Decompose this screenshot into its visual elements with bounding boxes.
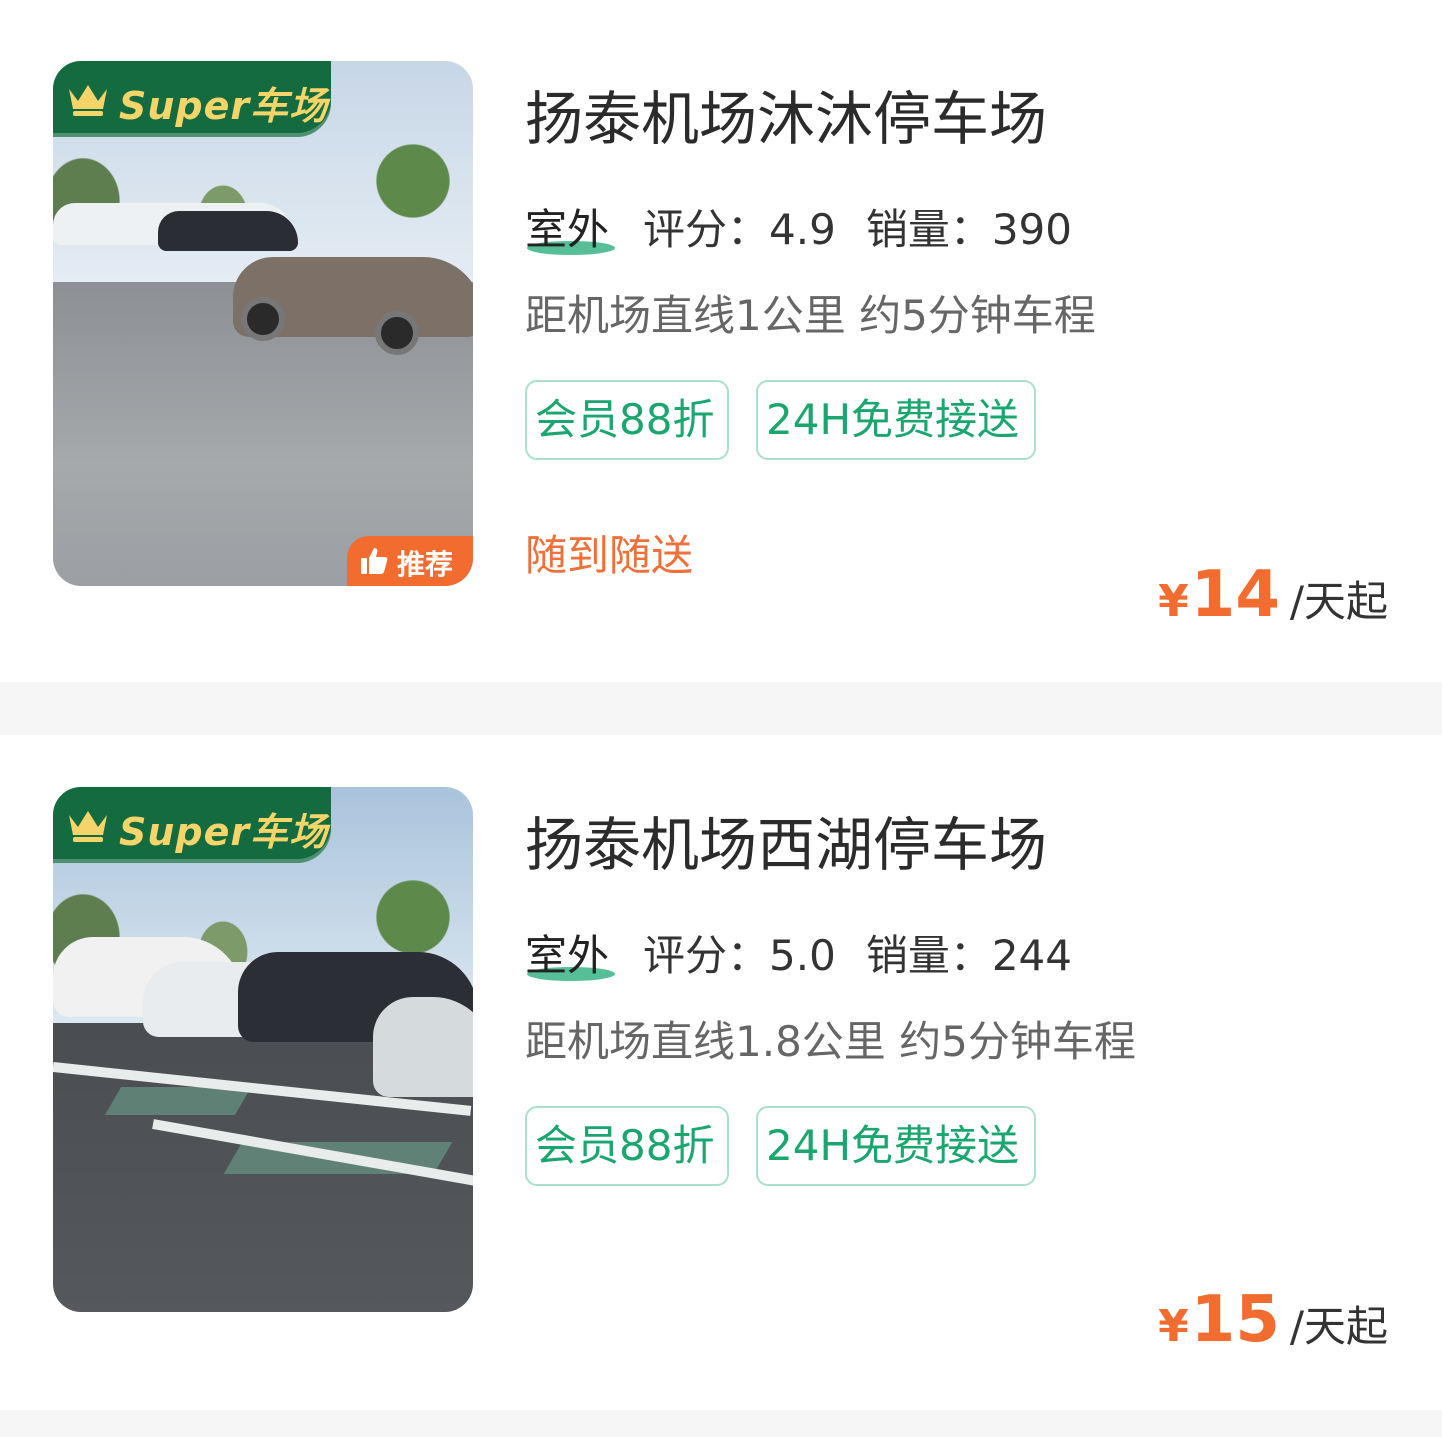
crown-icon (69, 811, 107, 842)
price-amount: 15 (1190, 1283, 1280, 1357)
free-shuttle-tag: 24H免费接送 (756, 1106, 1036, 1186)
parking-lot-title[interactable]: 扬泰机场沐沐停车场 (525, 72, 1047, 156)
lot-meta-row: 室外 评分：4.9 销量：390 (525, 196, 1102, 255)
super-lot-badge: Super车场 (53, 787, 331, 863)
shuttle-note: 随到随送 (525, 531, 694, 580)
crown-icon (69, 85, 107, 116)
recommend-label: 推荐 (397, 548, 454, 581)
recommend-badge: 推荐 (347, 536, 473, 586)
parking-listing-card[interactable]: Super车场 扬泰机场西湖停车场 室外 评分：5.0 销量：244 距机场直线1… (0, 735, 1442, 1410)
parking-lot-photo[interactable]: Super车场 推荐 (53, 61, 473, 586)
super-lot-label: Super车场 (119, 810, 329, 854)
lot-type-label: 室外 (525, 922, 615, 983)
sales-count-text: 销量：244 (865, 931, 1072, 980)
currency-symbol: ¥ (1158, 1301, 1189, 1352)
thumbs-up-icon (361, 548, 388, 574)
parking-listing-card[interactable]: Super车场 推荐 扬泰机场沐沐停车场 室外 评分：4.9 销量：390 距机场… (0, 0, 1442, 682)
member-discount-tag: 会员88折 (525, 380, 729, 460)
rating-text: 评分：5.0 (643, 931, 836, 980)
lot-meta-row: 室外 评分：5.0 销量：244 (525, 922, 1102, 981)
feature-tags: 会员88折 24H免费接送 (525, 380, 1063, 460)
feature-tags: 会员88折 24H免费接送 (525, 1106, 1063, 1186)
free-shuttle-tag: 24H免费接送 (756, 380, 1036, 460)
price-amount: 14 (1190, 558, 1280, 632)
parking-lot-photo[interactable]: Super车场 (53, 787, 473, 1312)
price-label: ¥14/天起 (1158, 558, 1388, 632)
sales-count-text: 销量：390 (865, 205, 1072, 254)
price-label: ¥15/天起 (1158, 1283, 1388, 1357)
price-unit: /天起 (1289, 577, 1388, 626)
price-unit: /天起 (1289, 1302, 1388, 1351)
distance-text: 距机场直线1公里 约5分钟车程 (525, 291, 1096, 340)
lot-type-label: 室外 (525, 196, 615, 257)
currency-symbol: ¥ (1158, 576, 1189, 627)
super-lot-badge: Super车场 (53, 61, 331, 137)
member-discount-tag: 会员88折 (525, 1106, 729, 1186)
parking-lot-title[interactable]: 扬泰机场西湖停车场 (525, 798, 1047, 882)
rating-text: 评分：4.9 (643, 205, 836, 254)
super-lot-label: Super车场 (119, 84, 329, 128)
distance-text: 距机场直线1.8公里 约5分钟车程 (525, 1017, 1136, 1066)
